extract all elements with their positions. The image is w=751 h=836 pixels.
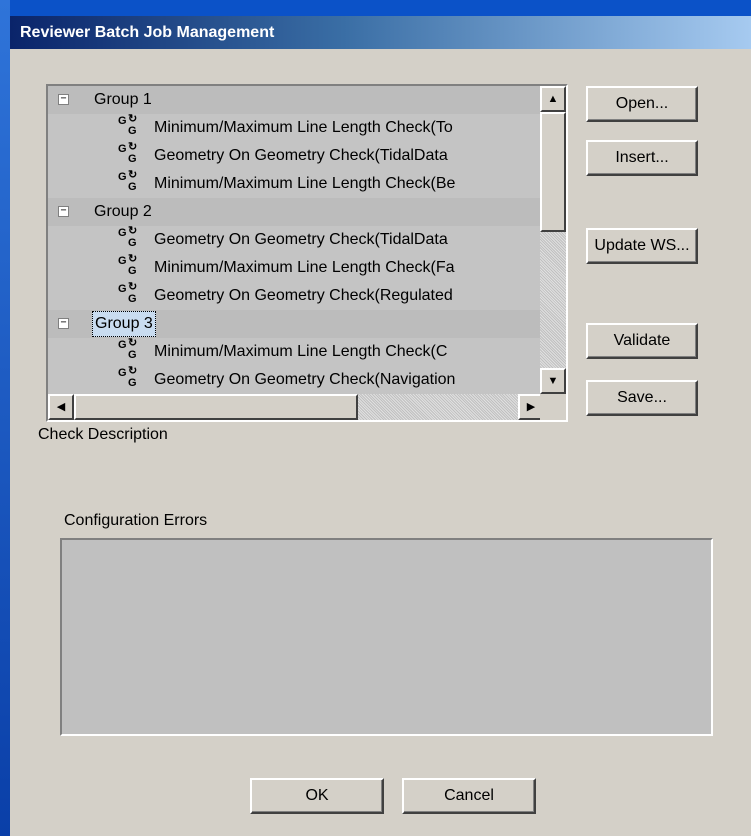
tree-check-label[interactable]: Geometry On Geometry Check(Regulated <box>154 282 453 310</box>
cancel-button[interactable]: Cancel <box>402 778 536 814</box>
tree-group-label[interactable]: Group 2 <box>92 198 154 226</box>
update-ws-button[interactable]: Update WS... <box>586 228 698 264</box>
tree-check-label[interactable]: Minimum/Maximum Line Length Check(Be <box>154 170 455 198</box>
check-icon: G ↻ G <box>118 113 138 137</box>
tree-check-row[interactable]: G ↻ G Geometry On Geometry Check(TidalData <box>48 226 544 254</box>
open-button[interactable]: Open... <box>586 86 698 122</box>
scroll-left-button[interactable]: ◀ <box>48 394 74 420</box>
horizontal-scroll-thumb[interactable] <box>74 394 358 420</box>
check-icon: G ↻ G <box>118 253 138 277</box>
scroll-down-button[interactable]: ▼ <box>540 368 566 394</box>
check-icon: G ↻ G <box>118 225 138 249</box>
tree-check-row[interactable]: G ↻ G Minimum/Maximum Line Length Check(To <box>48 114 544 142</box>
tree-check-row[interactable]: G ↻ G Geometry On Geometry Check(Regulated <box>48 282 544 310</box>
tree-check-row[interactable]: G ↻ G Minimum/Maximum Line Length Check(C <box>48 338 544 366</box>
tree-check-label[interactable]: Geometry On Geometry Check(Navigation <box>154 366 455 394</box>
window-title: Reviewer Batch Job Management <box>10 16 751 49</box>
tree-check-row[interactable]: G ↻ G Minimum/Maximum Line Length Check(Fa <box>48 254 544 282</box>
tree-group-row[interactable]: − Group 3 <box>48 310 544 338</box>
configuration-errors-list <box>60 538 713 736</box>
tree-check-label[interactable]: Minimum/Maximum Line Length Check(To <box>154 114 453 142</box>
check-description-label: Check Description <box>38 426 168 443</box>
tree-check-label[interactable]: Minimum/Maximum Line Length Check(C <box>154 338 447 366</box>
check-icon: G ↻ G <box>118 281 138 305</box>
desktop-edge <box>0 0 10 836</box>
tree-group-label[interactable]: Group 3 <box>92 311 156 337</box>
tree-group-label[interactable]: Group 1 <box>92 86 154 114</box>
tree-check-label[interactable]: Geometry On Geometry Check(TidalData <box>154 142 448 170</box>
tree-group-row[interactable]: − Group 2 <box>48 198 544 226</box>
tree-check-label[interactable]: Minimum/Maximum Line Length Check(Fa <box>154 254 455 282</box>
collapse-toggle-icon[interactable]: − <box>58 206 69 217</box>
tree-group-row[interactable]: − Group 1 <box>48 86 544 114</box>
scroll-up-button[interactable]: ▲ <box>540 86 566 112</box>
collapse-toggle-icon[interactable]: − <box>58 318 69 329</box>
horizontal-scrollbar[interactable]: ◀ ▶ <box>48 394 544 420</box>
check-tree[interactable]: − Group 1 G ↻ G Minimum/Maximum Line Length C… <box>46 84 568 422</box>
check-icon: G ↻ G <box>118 365 138 389</box>
validate-button[interactable]: Validate <box>586 323 698 359</box>
insert-button[interactable]: Insert... <box>586 140 698 176</box>
tree-check-row[interactable]: G ↻ G Geometry On Geometry Check(TidalData <box>48 142 544 170</box>
vertical-scroll-thumb[interactable] <box>540 112 566 232</box>
tree-check-label[interactable]: Geometry On Geometry Check(TidalData <box>154 226 448 254</box>
collapse-toggle-icon[interactable]: − <box>58 94 69 105</box>
check-icon: G ↻ G <box>118 337 138 361</box>
tree-check-row[interactable]: G ↻ G Geometry On Geometry Check(Navigation <box>48 366 544 394</box>
ok-button[interactable]: OK <box>250 778 384 814</box>
scrollbar-corner <box>540 394 566 420</box>
check-icon: G ↻ G <box>118 141 138 165</box>
tree-check-row[interactable]: G ↻ G Minimum/Maximum Line Length Check(Be <box>48 170 544 198</box>
save-button[interactable]: Save... <box>586 380 698 416</box>
dialog-window: Reviewer Batch Job Management − Group 1 G ↻… <box>10 16 751 836</box>
check-icon: G ↻ G <box>118 169 138 193</box>
configuration-errors-label: Configuration Errors <box>64 512 208 529</box>
vertical-scrollbar[interactable]: ▲ ▼ <box>540 86 566 394</box>
